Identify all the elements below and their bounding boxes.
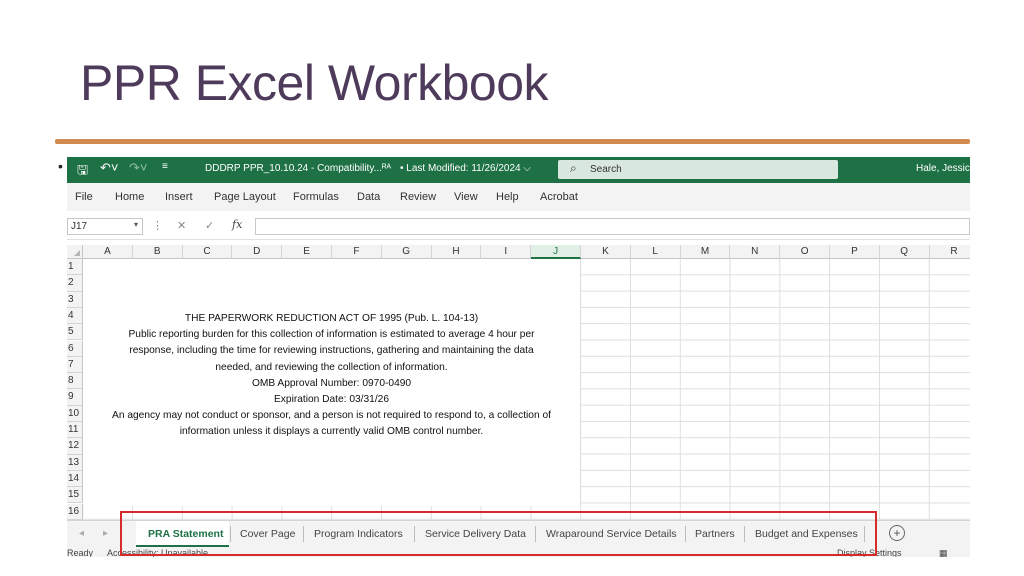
normal-view-icon[interactable]: ▦ <box>939 548 948 557</box>
column-header-o[interactable]: O <box>780 245 830 259</box>
pra-merged-cell[interactable]: THE PAPERWORK REDUCTION ACT OF 1995 (Pub… <box>83 259 581 506</box>
column-header-n[interactable]: N <box>730 245 781 259</box>
menu-view[interactable]: View <box>454 191 478 203</box>
customize-icon[interactable]: ≡ <box>162 161 168 172</box>
cancel-icon[interactable]: ✕ <box>177 219 186 232</box>
scroll-tabs-right-icon[interactable]: ▸ <box>103 528 108 539</box>
row-header-1[interactable]: 1 <box>67 259 83 276</box>
row-header-11[interactable]: 11 <box>67 422 83 439</box>
row-header-16[interactable]: 16 <box>67 503 83 520</box>
pra-line: An agency may not conduct or sponsor, an… <box>112 410 551 422</box>
column-header-c[interactable]: C <box>182 245 233 259</box>
row-header-10[interactable]: 10 <box>67 405 83 422</box>
row-header-13[interactable]: 13 <box>67 454 83 471</box>
function-icon[interactable]: fx <box>232 218 242 231</box>
pra-line: response, including the time for reviewi… <box>129 345 534 357</box>
chevron-down-icon: ▾ <box>133 220 138 229</box>
menu-file[interactable]: File <box>75 191 93 203</box>
row-header-9[interactable]: 9 <box>67 389 83 406</box>
name-box[interactable]: J17 ▾ <box>67 218 143 235</box>
column-header-f[interactable]: F <box>332 245 382 259</box>
select-all-button[interactable] <box>67 245 83 259</box>
formula-input[interactable] <box>255 218 970 235</box>
row-header-3[interactable]: 3 <box>67 291 83 308</box>
ribbon-menu: File Home Insert Page Layout Formulas Da… <box>67 183 970 211</box>
row-header-4[interactable]: 4 <box>67 307 83 325</box>
column-header-i[interactable]: I <box>481 245 532 259</box>
pra-line: needed, and reviewing the collection of … <box>215 361 448 373</box>
column-header-k[interactable]: K <box>581 245 631 259</box>
enter-icon[interactable]: ✓ <box>205 219 214 232</box>
column-header-a[interactable]: A <box>83 245 133 259</box>
menu-insert[interactable]: Insert <box>165 191 193 203</box>
row-header-12[interactable]: 12 <box>67 438 83 455</box>
spreadsheet-grid: THE PAPERWORK REDUCTION ACT OF 1995 (Pub… <box>67 245 970 520</box>
column-header-d[interactable]: D <box>232 245 283 259</box>
search-box[interactable]: ⌕ Search <box>558 160 838 179</box>
file-name: DDDRP PPR_10.10.24 - Compatibility... <box>205 163 382 174</box>
column-header-q[interactable]: Q <box>879 245 930 259</box>
column-header-h[interactable]: H <box>431 245 482 259</box>
column-header-e[interactable]: E <box>282 245 332 259</box>
column-header-j[interactable]: J <box>531 245 581 259</box>
row-header-15[interactable]: 15 <box>67 487 83 504</box>
search-placeholder: Search <box>590 164 622 175</box>
menu-formulas[interactable]: Formulas <box>293 191 339 203</box>
chevron-down-icon: ⌵ <box>523 163 531 174</box>
row-header-14[interactable]: 14 <box>67 470 83 488</box>
redo-icon[interactable]: ↷˅ <box>129 160 147 176</box>
menu-home[interactable]: Home <box>115 191 144 203</box>
user-name[interactable]: Hale, Jessica <box>916 163 970 174</box>
row-header-6[interactable]: 6 <box>67 340 83 357</box>
row-header-8[interactable]: 8 <box>67 373 83 390</box>
save-icon[interactable]: 🖫 <box>77 161 88 183</box>
column-header-m[interactable]: M <box>680 245 731 259</box>
column-header-g[interactable]: G <box>381 245 432 259</box>
menu-acrobat[interactable]: Acrobat <box>540 191 578 203</box>
menu-data[interactable]: Data <box>357 191 380 203</box>
search-icon: ⌕ <box>570 161 577 175</box>
formula-bar: J17 ▾ ⋮ ✕ ✓ fx <box>67 215 970 240</box>
last-modified[interactable]: • Last Modified: 11/26/2024 ⌵ <box>400 163 531 174</box>
add-sheet-icon[interactable]: + <box>889 525 905 541</box>
row-header-2[interactable]: 2 <box>67 275 83 292</box>
undo-icon[interactable]: ↶˅ <box>100 160 118 176</box>
pra-line: Public reporting burden for this collect… <box>128 329 535 341</box>
shared-icon: ᴿᴬ <box>382 163 392 174</box>
scroll-tabs-left-icon[interactable]: ◂ <box>79 528 84 539</box>
bullet-marker: • <box>58 158 63 174</box>
column-header-b[interactable]: B <box>132 245 183 259</box>
menu-page-layout[interactable]: Page Layout <box>214 191 276 203</box>
row-header-5[interactable]: 5 <box>67 324 83 341</box>
pra-line: Expiration Date: 03/31/26 <box>274 394 389 406</box>
row-header-7[interactable]: 7 <box>67 356 83 374</box>
title-divider <box>55 139 970 144</box>
menu-help[interactable]: Help <box>496 191 519 203</box>
pra-statement-text: THE PAPERWORK REDUCTION ACT OF 1995 (Pub… <box>83 311 580 441</box>
excel-window: 🖫 ↶˅ ↷˅ ≡ DDDRP PPR_10.10.24 - Compatibi… <box>67 157 970 557</box>
column-header-r[interactable]: R <box>929 245 970 259</box>
pra-line: THE PAPERWORK REDUCTION ACT OF 1995 (Pub… <box>184 313 479 324</box>
column-header-p[interactable]: P <box>830 245 880 259</box>
sheet-tabs-highlight-box <box>120 511 877 556</box>
slide-title: PPR Excel Workbook <box>80 55 549 111</box>
pra-line: OMB Approval Number: 0970-0490 <box>251 377 412 389</box>
status-ready: Ready <box>67 548 94 557</box>
excel-titlebar: 🖫 ↶˅ ↷˅ ≡ DDDRP PPR_10.10.24 - Compatibi… <box>67 157 970 183</box>
menu-review[interactable]: Review <box>400 191 436 203</box>
more-icon: ⋮ <box>152 220 163 232</box>
name-box-value: J17 <box>71 221 88 232</box>
pra-line: information unless it displays a current… <box>179 426 484 438</box>
column-header-l[interactable]: L <box>630 245 681 259</box>
